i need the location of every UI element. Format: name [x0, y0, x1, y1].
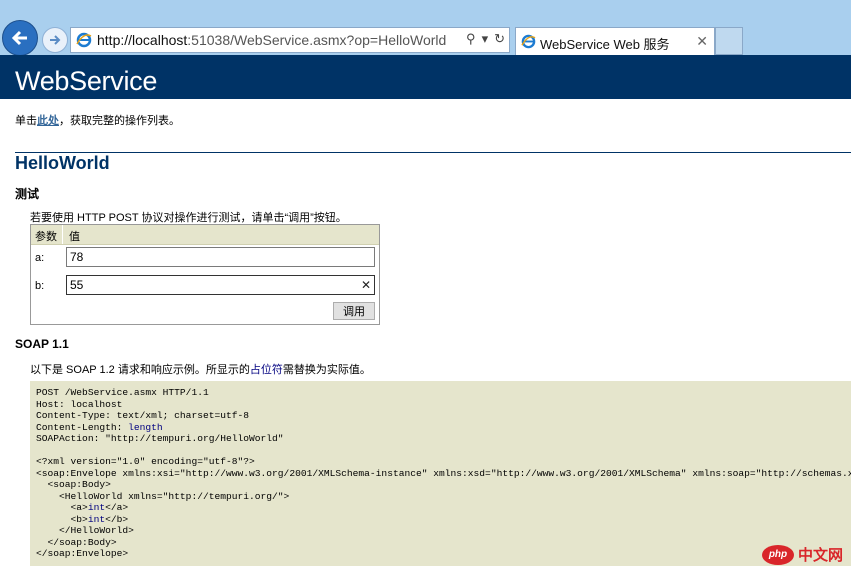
param-b-label: b:	[35, 280, 45, 292]
ie-logo-icon	[76, 32, 92, 48]
back-button[interactable]	[2, 20, 38, 56]
browser-toolbar: http://localhost:51038/WebService.asmx?o…	[0, 0, 851, 56]
new-tab-button[interactable]	[715, 27, 743, 55]
soap-sample-block: POST /WebService.asmx HTTP/1.1 Host: loc…	[30, 381, 851, 566]
test-heading: 测试	[15, 187, 40, 201]
ie-logo-icon	[521, 34, 536, 49]
clear-input-icon[interactable]: ✕	[361, 278, 371, 292]
close-tab-icon[interactable]: ✕	[696, 33, 708, 50]
address-bar[interactable]: http://localhost:51038/WebService.asmx?o…	[70, 27, 510, 53]
soap-request-sample: POST /WebService.asmx HTTP/1.1 Host: loc…	[36, 387, 851, 559]
form-header: 参数 值	[31, 225, 379, 245]
operations-list-link[interactable]: 此处	[37, 115, 59, 127]
test-instructions: 若要使用 HTTP POST 协议对操作进行测试，请单击“调用”按钮。	[30, 212, 347, 224]
divider	[15, 152, 851, 153]
tab-title: WebService Web 服务	[540, 37, 670, 52]
param-a-input[interactable]	[66, 247, 375, 267]
test-form: 参数 值 a: b: ✕ 调用	[30, 224, 380, 325]
invoke-button[interactable]: 调用	[333, 302, 375, 320]
search-icon[interactable]: ⚲	[466, 31, 476, 47]
soap-description: 以下是 SOAP 1.2 请求和响应示例。所显示的占位符需替换为实际值。	[30, 364, 371, 376]
watermark: php 中文网	[761, 544, 843, 565]
address-url[interactable]: http://localhost:51038/WebService.asmx?o…	[97, 32, 446, 48]
forward-button[interactable]	[42, 27, 68, 53]
php-logo: php	[761, 544, 794, 565]
browser-tab[interactable]: WebService Web 服务 ✕	[515, 27, 715, 55]
value-column-header: 值	[69, 231, 80, 243]
param-column-header: 参数	[35, 231, 57, 243]
param-a-label: a:	[35, 252, 45, 264]
dropdown-icon[interactable]: ▾	[482, 31, 489, 47]
watermark-text: 中文网	[797, 547, 843, 564]
refresh-icon[interactable]: ↻	[494, 31, 505, 47]
arrow-right-icon	[50, 35, 61, 45]
soap-heading: SOAP 1.1	[15, 337, 69, 351]
arrow-left-icon	[11, 30, 27, 46]
service-title: WebService	[15, 66, 158, 96]
page-banner: WebService	[0, 55, 851, 99]
param-b-input[interactable]	[66, 275, 375, 295]
intro-text: 单击此处，获取完整的操作列表。	[15, 115, 180, 127]
operation-title: HelloWorld	[15, 153, 110, 173]
